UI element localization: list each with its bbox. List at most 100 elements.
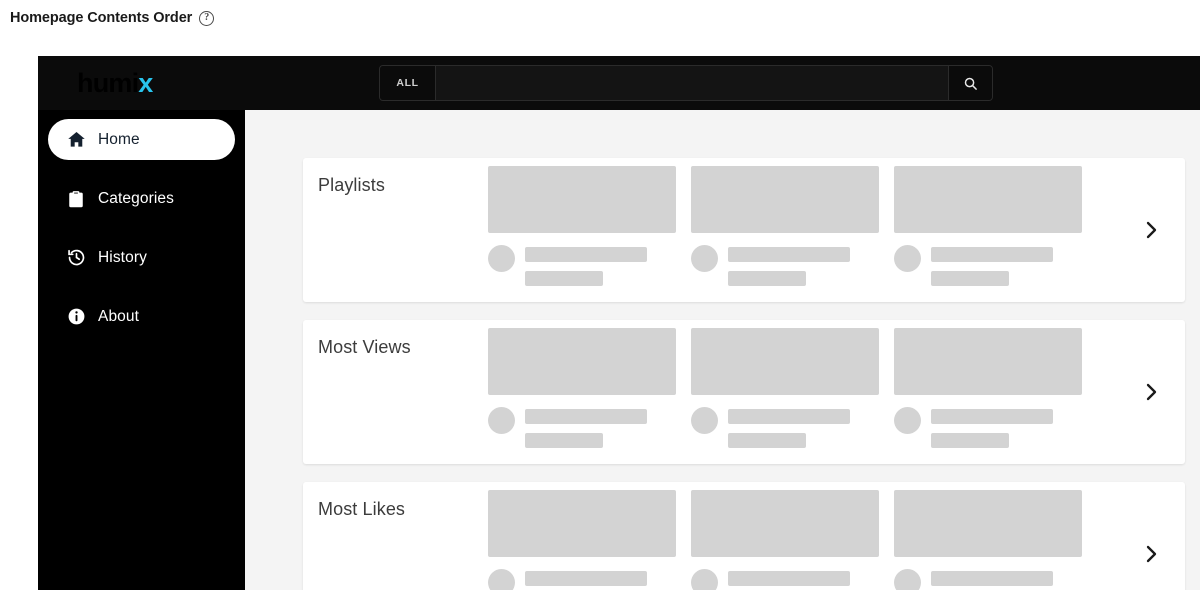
skeleton-meta [488, 407, 676, 448]
sidebar-item-label: Categories [98, 189, 174, 207]
skeleton-placeholder-row [488, 328, 1082, 448]
skeleton-thumbnail [488, 328, 676, 395]
help-circle-icon[interactable]: ? [199, 10, 215, 26]
app-preview-frame: humix ALL Home Categories History About … [38, 56, 1200, 590]
skeleton-avatar [488, 569, 515, 590]
logo-text-main: humi [77, 67, 139, 98]
skeleton-avatar [488, 245, 515, 272]
sidebar-item-label: History [98, 248, 147, 266]
skeleton-meta [691, 407, 879, 448]
skeleton-text-lines [525, 245, 676, 286]
page-title: Homepage Contents Order [10, 10, 193, 26]
skeleton-thumbnail [894, 328, 1082, 395]
skeleton-avatar [691, 407, 718, 434]
search-scope-dropdown[interactable]: ALL [380, 66, 436, 100]
skeleton-line [931, 433, 1009, 448]
skeleton-line [525, 433, 603, 448]
skeleton-text-lines [931, 245, 1082, 286]
skeleton-avatar [488, 407, 515, 434]
clock-rewind-icon [66, 248, 86, 267]
skeleton-avatar [691, 245, 718, 272]
skeleton-meta [488, 245, 676, 286]
skeleton-meta [894, 407, 1082, 448]
skeleton-thumbnail [691, 166, 879, 233]
skeleton-placeholder-row [488, 490, 1082, 590]
skeleton-meta [894, 569, 1082, 590]
chevron-right-icon [1146, 545, 1157, 563]
skeleton-video-item [488, 328, 676, 448]
skeleton-video-item [488, 490, 676, 590]
skeleton-video-item [488, 166, 676, 286]
search-icon [964, 77, 977, 90]
skeleton-video-item [894, 166, 1082, 286]
home-icon [66, 130, 86, 149]
sidebar-item-categories[interactable]: Categories [48, 178, 235, 219]
skeleton-line [525, 271, 603, 286]
skeleton-avatar [691, 569, 718, 590]
app-topbar: humix ALL [38, 56, 1200, 110]
sidebar-item-home[interactable]: Home [48, 119, 235, 160]
clipboard-list-icon [66, 190, 86, 208]
homepage-row-card[interactable]: Most Views [303, 320, 1185, 464]
skeleton-line [931, 247, 1053, 262]
skeleton-text-lines [931, 569, 1082, 590]
skeleton-line [728, 433, 806, 448]
skeleton-video-item [894, 490, 1082, 590]
homepage-rows-list: Playlists Most Views Most Likes [245, 110, 1200, 590]
search-input[interactable] [436, 66, 948, 100]
sidebar-item-label: Home [98, 130, 140, 148]
skeleton-thumbnail [894, 166, 1082, 233]
row-title: Playlists [318, 175, 385, 195]
search-bar: ALL [379, 65, 993, 101]
skeleton-video-item [691, 328, 879, 448]
skeleton-thumbnail [488, 166, 676, 233]
row-title: Most Likes [318, 499, 406, 519]
skeleton-text-lines [728, 407, 879, 448]
skeleton-avatar [894, 245, 921, 272]
skeleton-meta [894, 245, 1082, 286]
skeleton-line [931, 409, 1053, 424]
skeleton-line [728, 247, 850, 262]
row-next-button[interactable] [1141, 377, 1163, 407]
skeleton-line [728, 271, 806, 286]
row-next-button[interactable] [1141, 215, 1163, 245]
skeleton-text-lines [525, 407, 676, 448]
skeleton-text-lines [931, 407, 1082, 448]
skeleton-line [525, 571, 647, 586]
skeleton-line [525, 409, 647, 424]
skeleton-meta [691, 245, 879, 286]
skeleton-thumbnail [691, 328, 879, 395]
skeleton-text-lines [728, 245, 879, 286]
search-button[interactable] [948, 66, 992, 100]
row-next-button[interactable] [1141, 539, 1163, 569]
skeleton-text-lines [525, 569, 676, 590]
homepage-row-card[interactable]: Most Likes [303, 482, 1185, 590]
skeleton-text-lines [728, 569, 879, 590]
skeleton-line [525, 247, 647, 262]
skeleton-video-item [894, 328, 1082, 448]
humix-logo[interactable]: humix [77, 67, 153, 98]
sidebar-item-label: About [98, 307, 140, 325]
logo-text-accent: x [138, 67, 153, 98]
skeleton-video-item [691, 166, 879, 286]
skeleton-avatar [894, 407, 921, 434]
info-circle-icon [66, 307, 86, 326]
homepage-row-card[interactable]: Playlists [303, 158, 1185, 302]
skeleton-meta [691, 569, 879, 590]
skeleton-thumbnail [894, 490, 1082, 557]
skeleton-line [931, 271, 1009, 286]
chevron-right-icon [1146, 383, 1157, 401]
skeleton-line [728, 409, 850, 424]
skeleton-video-item [691, 490, 879, 590]
skeleton-line [931, 571, 1053, 586]
skeleton-placeholder-row [488, 166, 1082, 286]
skeleton-thumbnail [488, 490, 676, 557]
skeleton-avatar [894, 569, 921, 590]
sidebar-item-history[interactable]: History [48, 237, 235, 278]
page-header: Homepage Contents Order ? [10, 10, 215, 26]
skeleton-meta [488, 569, 676, 590]
skeleton-thumbnail [691, 490, 879, 557]
row-title: Most Views [318, 337, 411, 357]
skeleton-line [728, 571, 850, 586]
sidebar-item-about[interactable]: About [48, 296, 235, 337]
